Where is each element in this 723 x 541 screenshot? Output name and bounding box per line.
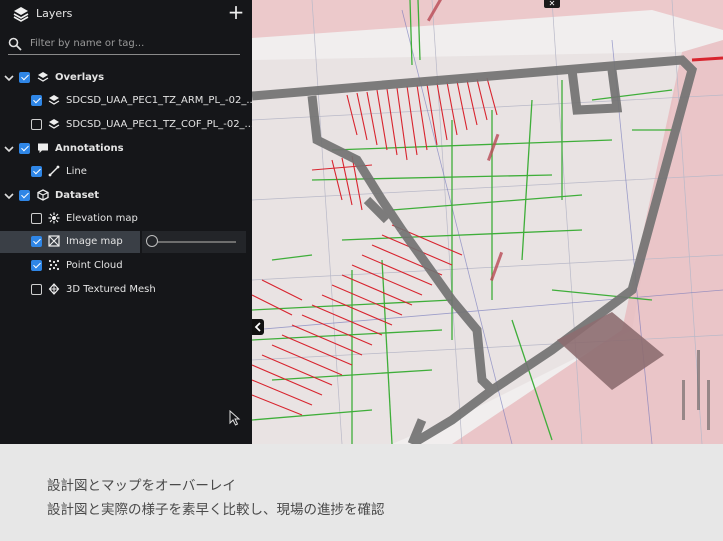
point-cloud-icon xyxy=(48,259,60,271)
layer-item-line[interactable]: Line xyxy=(0,161,252,183)
chevron-down-icon[interactable] xyxy=(4,73,14,83)
layer-label: 3D Textured Mesh xyxy=(66,284,156,295)
layer-checkbox[interactable] xyxy=(31,119,42,130)
image-map-opacity-slider[interactable] xyxy=(142,231,246,253)
comment-icon xyxy=(38,143,48,153)
image-map-icon xyxy=(48,235,60,247)
overlays-checkbox[interactable] xyxy=(19,72,30,83)
layer-checkbox[interactable] xyxy=(31,213,42,224)
layer-label: SDCSD_UAA_PEC1_TZ_ARM_PL_-02_... xyxy=(66,95,252,106)
elevation-icon xyxy=(48,212,60,224)
chevron-down-icon[interactable] xyxy=(4,191,14,201)
slider-track[interactable] xyxy=(154,241,236,243)
chevron-left-icon[interactable] xyxy=(252,319,264,335)
cube-icon xyxy=(37,189,49,201)
layers-icon xyxy=(48,95,60,105)
layer-label: Image map xyxy=(66,236,123,247)
layer-item-overlay-arm[interactable]: SDCSD_UAA_PEC1_TZ_ARM_PL_-02_... xyxy=(0,90,252,112)
line-icon xyxy=(48,165,60,177)
annotations-checkbox[interactable] xyxy=(19,143,30,154)
layer-item-3d-mesh[interactable]: 3D Textured Mesh xyxy=(0,279,252,301)
group-label: Dataset xyxy=(55,190,100,201)
layer-filter-input[interactable] xyxy=(30,35,230,51)
dataset-checkbox[interactable] xyxy=(19,190,30,201)
layer-label: Point Cloud xyxy=(66,260,123,271)
close-icon[interactable]: ✕ xyxy=(544,0,560,8)
caption-line-1: 設計図とマップをオーバーレイ xyxy=(47,478,236,494)
layer-item-image-map[interactable]: Image map xyxy=(0,231,140,253)
layer-checkbox[interactable] xyxy=(31,260,42,271)
caption-line-2: 設計図と実際の様子を素早く比較し、現場の進捗を確認 xyxy=(47,502,385,518)
collapse-panel-handle[interactable] xyxy=(252,319,264,335)
layer-item-overlay-cof[interactable]: SDCSD_UAA_PEC1_TZ_COF_PL_-02_... xyxy=(0,114,252,136)
layer-label: Elevation map xyxy=(66,213,138,224)
slider-thumb[interactable] xyxy=(146,235,158,247)
search-icon xyxy=(8,37,22,51)
layer-item-elevation-map[interactable]: Elevation map xyxy=(0,208,252,230)
group-label: Annotations xyxy=(55,143,124,154)
layers-icon xyxy=(48,119,60,129)
caption-banner: 設計図とマップをオーバーレイ 設計図と実際の様子を素早く比較し、現場の進捗を確認 xyxy=(0,444,723,541)
add-layer-button[interactable]: + xyxy=(226,2,246,22)
layers-icon xyxy=(37,72,49,82)
layers-panel: Layers + Overlays SDCSD_UAA_PEC1_TZ_ARM_… xyxy=(0,0,252,444)
layer-label: SDCSD_UAA_PEC1_TZ_COF_PL_-02_... xyxy=(66,119,252,130)
layer-checkbox[interactable] xyxy=(31,166,42,177)
group-overlays[interactable]: Overlays xyxy=(0,67,252,89)
group-label: Overlays xyxy=(55,72,105,83)
group-dataset[interactable]: Dataset xyxy=(0,185,252,207)
mesh-icon xyxy=(48,283,60,295)
layers-header: Layers + xyxy=(0,0,252,30)
layer-item-point-cloud[interactable]: Point Cloud xyxy=(0,255,252,277)
mouse-cursor-icon xyxy=(229,410,241,426)
layers-title: Layers xyxy=(36,7,73,20)
group-annotations[interactable]: Annotations xyxy=(0,138,252,160)
layer-label: Line xyxy=(66,166,87,177)
layer-filter xyxy=(8,34,240,55)
blueprint-overlay xyxy=(252,0,723,444)
chevron-down-icon[interactable] xyxy=(4,144,14,154)
layer-checkbox[interactable] xyxy=(31,95,42,106)
map-viewport[interactable]: ✕ xyxy=(252,0,723,444)
layer-checkbox[interactable] xyxy=(31,236,42,247)
layers-icon xyxy=(13,7,29,22)
layer-checkbox[interactable] xyxy=(31,284,42,295)
